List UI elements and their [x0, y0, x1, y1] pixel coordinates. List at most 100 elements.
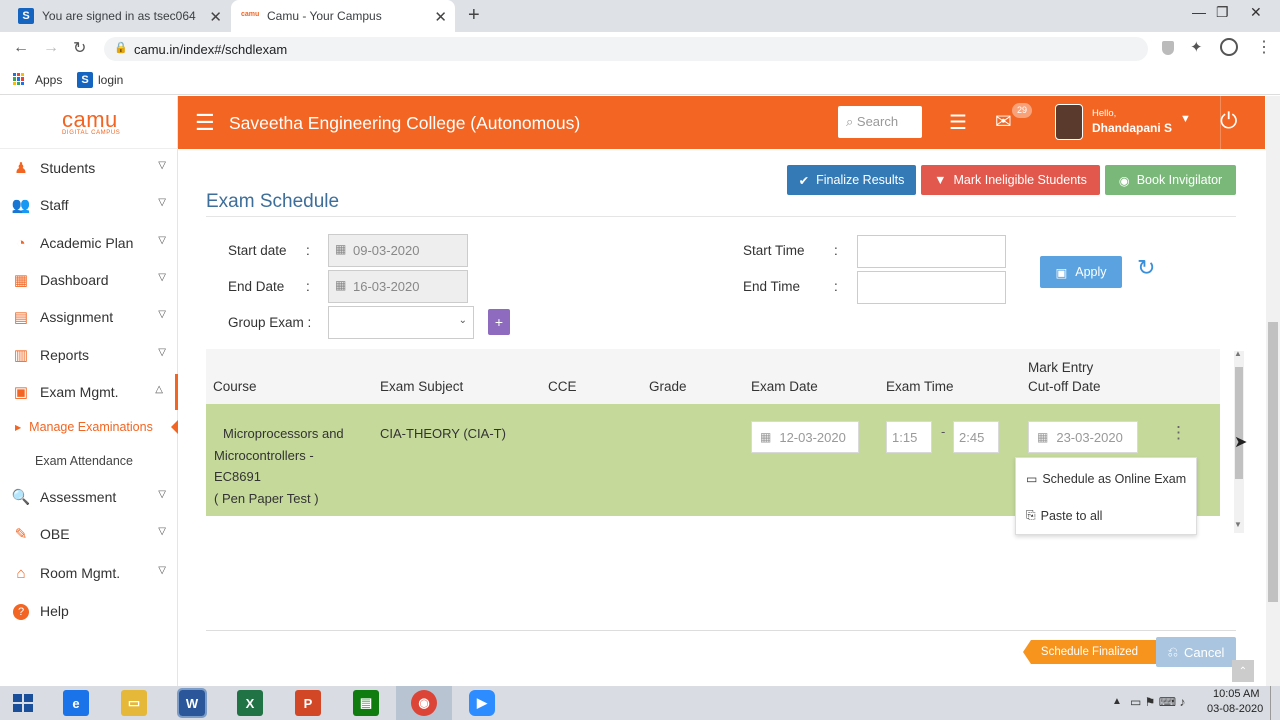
user-name[interactable]: Dhandapani S [1092, 121, 1172, 135]
forward-icon[interactable]: → [43, 39, 59, 57]
excel-icon[interactable]: X [237, 690, 263, 716]
button-label: Mark Ineligible Students [953, 173, 1087, 187]
mark-ineligible-button[interactable]: ▼ Mark Ineligible Students [921, 165, 1100, 195]
avatar[interactable] [1055, 104, 1083, 140]
cutoff-date-field[interactable]: ▦ 23-03-2020 [1028, 421, 1138, 453]
word-icon[interactable]: W [177, 688, 207, 718]
exam-time-to[interactable]: 2:45 [953, 421, 999, 453]
colon: : [306, 243, 310, 258]
greeting: Hello, [1092, 108, 1117, 119]
add-group-exam-button[interactable]: + [488, 309, 510, 335]
windows-start-icon[interactable] [13, 694, 33, 712]
sidebar-item-room-mgmt[interactable]: ⌂ Room Mgmt. ▽ [0, 555, 178, 591]
s-favicon-icon: S [77, 72, 93, 88]
page-scrollbar[interactable] [1266, 96, 1280, 686]
chrome-icon[interactable]: ◉ [411, 690, 437, 716]
reports-icon: ▥ [13, 347, 29, 364]
mail-icon[interactable]: ✉ [995, 109, 1012, 134]
finalize-results-button[interactable]: ✔ Finalize Results [787, 165, 916, 195]
shield-extension-icon[interactable] [1162, 41, 1174, 55]
chevron-down-icon: ▽ [158, 309, 166, 320]
extensions-icon[interactable]: ✦ [1190, 38, 1203, 56]
menu-kebab-icon[interactable]: ⋮ [1256, 37, 1272, 57]
sidebar-item-academic-plan[interactable]: ◔ Academic Plan ▽ [0, 225, 178, 261]
schedule-online-exam-option[interactable]: ▭ Schedule as Online Exam [1026, 472, 1186, 486]
new-tab-icon[interactable]: + [468, 4, 480, 27]
start-date-field[interactable]: ▦ 09-03-2020 [328, 234, 468, 267]
list-toggle-icon[interactable]: ☰ [949, 110, 967, 135]
cancel-button[interactable]: ⎌ Cancel [1156, 637, 1236, 667]
zoom-icon[interactable]: ▶ [469, 690, 495, 716]
clock-time[interactable]: 10:05 AM [1213, 688, 1259, 700]
bookmark-apps[interactable]: Apps [35, 73, 62, 87]
internet-explorer-icon[interactable]: e [63, 690, 89, 716]
paste-to-all-option[interactable]: ⎘ Paste to all [1026, 508, 1102, 523]
clock-date[interactable]: 03-08-2020 [1207, 703, 1263, 715]
maximize-icon[interactable]: ❐ [1216, 4, 1229, 21]
profile-icon[interactable] [1220, 38, 1238, 56]
sidebar-item-staff[interactable]: 👥 Staff ▽ [0, 187, 178, 223]
menu-label: Paste to all [1040, 508, 1103, 523]
browser-tab-signed-in[interactable]: S You are signed in as tsec064 ✕ [8, 0, 230, 32]
tray-icons[interactable]: ▭ ⚑ ⌨ ♪ [1130, 695, 1185, 709]
group-exam-select[interactable]: ⌄ [328, 306, 474, 339]
chevron-down-icon: ▽ [158, 526, 166, 537]
scroll-up-icon[interactable]: ▲ [1234, 349, 1242, 358]
bookmark-login[interactable]: login [98, 73, 123, 87]
apply-button[interactable]: ▣ Apply [1040, 256, 1122, 288]
sidebar-item-obe[interactable]: ✎ OBE ▽ [0, 516, 178, 552]
window-close-icon[interactable]: ✕ [1250, 4, 1262, 21]
reload-icon[interactable]: ↻ [73, 38, 86, 58]
sidebar-item-reports[interactable]: ▥ Reports ▽ [0, 337, 178, 373]
store-icon[interactable]: ▤ [353, 690, 379, 716]
header-search[interactable]: ⌕ Search [838, 106, 922, 138]
chevron-down-icon: ▽ [158, 160, 166, 171]
minimize-icon[interactable]: — [1192, 4, 1206, 20]
hamburger-menu-icon[interactable]: ☰ [195, 110, 215, 136]
help-icon: ? [11, 602, 31, 620]
exam-date-field[interactable]: ▦ 12-03-2020 [751, 421, 859, 453]
sub-item-manage-examinations[interactable]: ▶ Manage Examinations [0, 412, 179, 442]
sub-item-exam-attendance[interactable]: Exam Attendance [0, 446, 178, 476]
sidebar-item-students[interactable]: ♟ Students ▽ [0, 150, 178, 186]
file-explorer-icon[interactable]: ▭ [121, 690, 147, 716]
sidebar-item-help[interactable]: ? Help [0, 593, 178, 629]
sidebar-item-assessment[interactable]: 🔍 Assessment ▽ [0, 479, 178, 515]
exam-time-from[interactable]: 1:15 [886, 421, 932, 453]
obe-icon: ✎ [14, 526, 28, 543]
power-icon[interactable]: ⏻ [1220, 108, 1237, 134]
sidebar: camu DIGITAL CAMPUS ♟ Students ▽ 👥 Staff ▽ ◔… [0, 96, 179, 686]
close-tab-icon[interactable]: ✕ [434, 8, 447, 26]
start-time-field[interactable] [857, 235, 1006, 268]
divider [206, 630, 1236, 631]
end-time-field[interactable] [857, 271, 1006, 304]
chevron-down-icon: ▽ [158, 197, 166, 208]
url-text[interactable]: camu.in/index#/schdlexam [134, 42, 287, 57]
search-placeholder: Search [856, 114, 899, 129]
eye-icon: ◉ [1118, 173, 1130, 188]
book-invigilator-button[interactable]: ◉ Book Invigilator [1105, 165, 1236, 195]
table-header [206, 349, 1220, 404]
end-date-field[interactable]: ▦ 16-03-2020 [328, 270, 468, 303]
browser-tab-camu[interactable]: camu Camu - Your Campus ✕ [231, 0, 455, 32]
start-time-label: Start Time [743, 243, 805, 258]
tray-up-icon[interactable]: ▲ [1112, 696, 1122, 707]
back-icon[interactable]: ← [13, 39, 29, 57]
course-line: Microcontrollers - [214, 448, 314, 463]
camu-logo[interactable]: camu DIGITAL CAMPUS [0, 96, 178, 149]
user-caret-icon[interactable]: ▼ [1180, 113, 1191, 125]
show-desktop[interactable] [1270, 686, 1271, 720]
close-tab-icon[interactable]: ✕ [209, 8, 222, 26]
scrollbar-thumb[interactable] [1268, 322, 1278, 602]
sidebar-item-dashboard[interactable]: ▦ Dashboard ▽ [0, 262, 178, 298]
powerpoint-icon[interactable]: P [295, 690, 321, 716]
refresh-icon[interactable]: ↻ [1137, 255, 1155, 281]
scroll-top-button[interactable]: ⌃ [1232, 660, 1254, 682]
sidebar-item-assignment[interactable]: ▤ Assignment ▽ [0, 299, 178, 335]
windows-taskbar: e ▭ W X P ▤ ◉ ▶ ▲ ▭ ⚑ ⌨ ♪ 10:05 AM 03-08… [0, 686, 1280, 720]
scroll-down-icon[interactable]: ▼ [1234, 520, 1242, 529]
assignment-icon: ▤ [13, 309, 29, 326]
sidebar-item-exam-mgmt[interactable]: ▣ Exam Mgmt. △ [0, 374, 178, 410]
scrollbar-thumb[interactable] [1235, 367, 1243, 479]
row-options-kebab-icon[interactable]: ⋮ [1170, 423, 1187, 443]
